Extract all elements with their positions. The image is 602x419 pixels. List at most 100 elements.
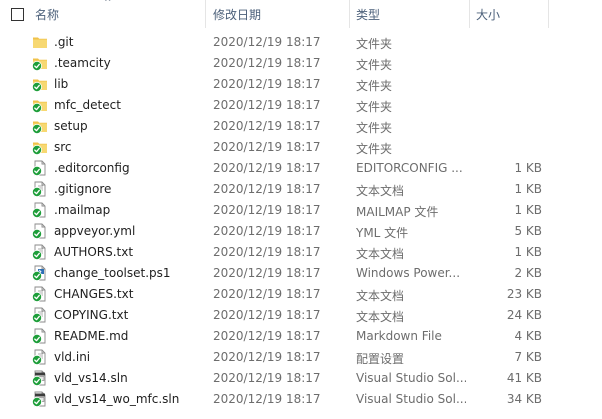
text-file-synced-icon — [32, 286, 48, 302]
column-header-size-label: 大小 — [476, 7, 501, 22]
file-modified-date: 2020/12/19 18:17 — [213, 203, 321, 217]
file-name: change_toolset.ps1 — [54, 266, 171, 280]
folder-synced-icon — [32, 139, 48, 155]
file-row[interactable]: AUTHORS.txt 2020/12/19 18:17 文本文档 1 KB — [0, 242, 602, 263]
file-size: 23 KB — [506, 287, 542, 301]
file-modified-date: 2020/12/19 18:17 — [213, 56, 321, 70]
file-row[interactable]: vld_vs14_wo_mfc.sln 2020/12/19 18:17 Visua… — [0, 389, 602, 410]
file-row[interactable]: .mailmap 2020/12/19 18:17 MAILMAP 文件 1 KB — [0, 200, 602, 221]
file-row[interactable]: .editorconfig 2020/12/19 18:17 EDITORCONFI… — [0, 158, 602, 179]
file-row[interactable]: COPYING.txt 2020/12/19 18:17 文本文档 24 KB — [0, 305, 602, 326]
file-name: README.md — [54, 329, 129, 343]
file-type: 文件夹 — [356, 142, 393, 156]
file-name: COPYING.txt — [54, 308, 129, 322]
settings-file-synced-icon — [32, 349, 48, 365]
file-row[interactable]: README.md 2020/12/19 18:17 Markdown File 4 … — [0, 326, 602, 347]
file-row[interactable]: src 2020/12/19 18:17 文件夹 — [0, 137, 602, 158]
file-modified-date: 2020/12/19 18:17 — [213, 245, 321, 259]
file-size: 7 KB — [514, 350, 542, 364]
column-divider[interactable] — [469, 0, 470, 28]
column-header-modified-label: 修改日期 — [213, 7, 262, 22]
file-modified-date: 2020/12/19 18:17 — [213, 371, 321, 385]
file-name: vld_vs14_wo_mfc.sln — [54, 392, 180, 406]
file-type: 文件夹 — [356, 58, 393, 72]
file-modified-date: 2020/12/19 18:17 — [213, 161, 321, 175]
file-type: 文本文档 — [356, 310, 405, 324]
file-row[interactable]: appveyor.yml 2020/12/19 18:17 YML 文件 5 KB — [0, 221, 602, 242]
file-name: setup — [54, 119, 88, 133]
file-type: 文本文档 — [356, 184, 405, 198]
file-name: vld_vs14.sln — [54, 371, 128, 385]
file-size: 4 KB — [514, 329, 542, 343]
file-explorer: ^ 名称 修改日期 类型 大小 .git 2020/12/19 18:17 文件夹.… — [0, 0, 602, 419]
file-name: .git — [54, 35, 74, 49]
file-type: 文本文档 — [356, 247, 405, 261]
file-row[interactable]: mfc_detect 2020/12/19 18:17 文件夹 — [0, 95, 602, 116]
file-modified-date: 2020/12/19 18:17 — [213, 224, 321, 238]
file-type: MAILMAP 文件 — [356, 205, 439, 219]
folder-synced-icon — [32, 97, 48, 113]
select-all-checkbox[interactable] — [11, 8, 24, 21]
file-row[interactable]: CHANGES.txt 2020/12/19 18:17 文本文档 23 KB — [0, 284, 602, 305]
column-header-name[interactable]: 名称 — [35, 0, 59, 28]
file-size: 5 KB — [514, 224, 542, 238]
file-type: EDITORCONFIG ... — [356, 161, 463, 175]
file-size: 1 KB — [514, 161, 542, 175]
file-name: AUTHORS.txt — [54, 245, 134, 259]
file-modified-date: 2020/12/19 18:17 — [213, 182, 321, 196]
file-modified-date: 2020/12/19 18:17 — [213, 392, 321, 406]
text-file-synced-icon — [32, 307, 48, 323]
file-size: 24 KB — [506, 308, 542, 322]
file-name: vld.ini — [54, 350, 91, 364]
text-file-synced-icon — [32, 244, 48, 260]
file-name: .editorconfig — [54, 161, 130, 175]
column-header-modified[interactable]: 修改日期 — [213, 0, 261, 28]
file-list: .git 2020/12/19 18:17 文件夹 .teamcity 2020/12/… — [0, 32, 602, 410]
column-header-size[interactable]: 大小 — [476, 0, 500, 28]
file-row[interactable]: .gitignore 2020/12/19 18:17 文本文档 1 KB — [0, 179, 602, 200]
file-type: 文件夹 — [356, 100, 393, 114]
file-name: lib — [54, 77, 69, 91]
column-divider[interactable] — [205, 0, 206, 28]
file-row[interactable]: vld.ini 2020/12/19 18:17 配置设置 7 KB — [0, 347, 602, 368]
file-row[interactable]: change_toolset.ps1 2020/12/19 18:17 Window… — [0, 263, 602, 284]
column-divider[interactable] — [349, 0, 350, 28]
file-type: 配置设置 — [356, 352, 405, 366]
file-modified-date: 2020/12/19 18:17 — [213, 119, 321, 133]
file-name: CHANGES.txt — [54, 287, 134, 301]
file-type: 文件夹 — [356, 37, 393, 51]
file-name: mfc_detect — [54, 98, 121, 112]
file-modified-date: 2020/12/19 18:17 — [213, 308, 321, 322]
file-row[interactable]: vld_vs14.sln 2020/12/19 18:17 Visual Studi… — [0, 368, 602, 389]
file-size: 2 KB — [514, 266, 542, 280]
file-row[interactable]: setup 2020/12/19 18:17 文件夹 — [0, 116, 602, 137]
file-row[interactable]: lib 2020/12/19 18:17 文件夹 — [0, 74, 602, 95]
file-synced-icon — [32, 328, 48, 344]
file-type: 文件夹 — [356, 121, 393, 135]
file-synced-icon — [32, 202, 48, 218]
file-modified-date: 2020/12/19 18:17 — [213, 266, 321, 280]
folder-icon — [32, 34, 48, 50]
sort-ascending-icon: ^ — [104, 0, 112, 8]
column-header-name-label: 名称 — [35, 7, 60, 22]
text-file-synced-icon — [32, 181, 48, 197]
column-divider[interactable] — [548, 0, 549, 28]
file-modified-date: 2020/12/19 18:17 — [213, 350, 321, 364]
file-synced-icon — [32, 223, 48, 239]
file-modified-date: 2020/12/19 18:17 — [213, 77, 321, 91]
file-name: .teamcity — [54, 56, 111, 70]
file-type: Windows Power... — [356, 266, 461, 280]
solution-file-synced-icon — [32, 370, 48, 386]
file-row[interactable]: .teamcity 2020/12/19 18:17 文件夹 — [0, 53, 602, 74]
file-type: 文本文档 — [356, 289, 405, 303]
column-header-type[interactable]: 类型 — [356, 0, 380, 28]
file-name: .mailmap — [54, 203, 111, 217]
file-type: Visual Studio Sol... — [356, 371, 466, 385]
file-size: 1 KB — [514, 245, 542, 259]
file-row[interactable]: .git 2020/12/19 18:17 文件夹 — [0, 32, 602, 53]
file-modified-date: 2020/12/19 18:17 — [213, 287, 321, 301]
solution-file-synced-icon — [32, 391, 48, 407]
folder-synced-icon — [32, 55, 48, 71]
file-name: .gitignore — [54, 182, 112, 196]
powershell-file-synced-icon — [32, 265, 48, 281]
